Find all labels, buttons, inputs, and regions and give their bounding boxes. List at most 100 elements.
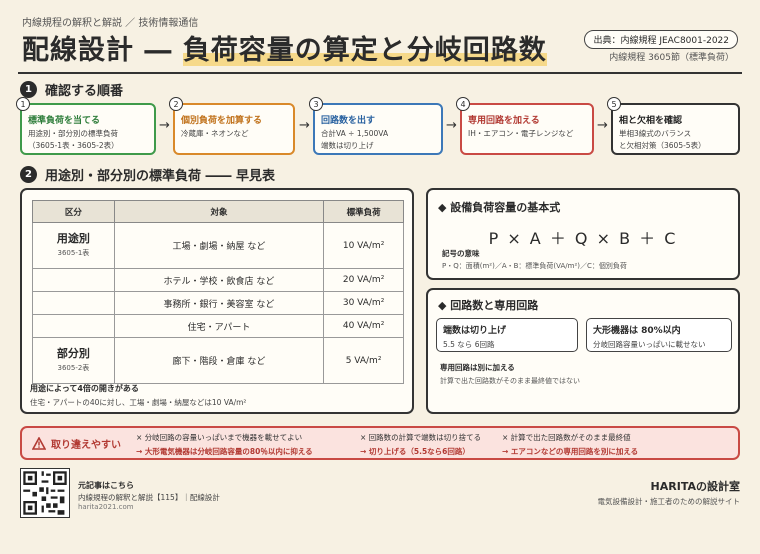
category-name: 部分別 [56, 346, 90, 360]
qr-title: 元記事はこちら [78, 481, 134, 490]
step-desc: （3605-1表・3605-2表） [28, 141, 119, 150]
step-desc: 冷蔵庫・ネオンなど [181, 129, 249, 138]
category-cell [32, 268, 115, 292]
dedicated-title: 専用回路は別に加える [440, 363, 515, 372]
table-row: 部分別 3605-2表 廊下・階段・倉庫 など 5 VA/m² [32, 337, 404, 384]
section2-heading: 2 用途別・部分別の標準負荷 ―― 早見表 [20, 165, 275, 184]
header-divider [18, 72, 742, 74]
step-5: 5 相と欠相を確認 単相3線式のバランス と欠相対策（3605-5表） [607, 97, 740, 155]
correct-text: → 大形電気機器は分岐回路容量の80％以内に抑える [136, 447, 313, 456]
mistake-text: × 分岐回路の容量いっぱいまで機器を載せてよい [136, 433, 303, 442]
step-desc: と欠相対策（3605-5表） [619, 141, 706, 150]
warning-item: × 回路数の計算で端数は切り捨てる → 切り上げる（5.5なら6回路） [360, 432, 481, 457]
table-row: 住宅・アパート 40 VA/m² [32, 314, 404, 338]
brand-name: HARITAの設計室 [650, 480, 740, 493]
step-1: 1 標準負荷を当てる 用途別・部分別の標準負荷 （3605-1表・3605-2表… [16, 97, 156, 155]
step-desc: 用途別・部分別の標準負荷 [28, 129, 118, 138]
standard-load-table: 区分 対象 標準負荷 用途別 3605-1表 工場・劇場・納屋 など 10 VA… [32, 200, 404, 384]
large-appliance-box: 大形機器は 80%以内 分岐回路容量いっぱいに載せない [586, 318, 732, 352]
formula-text: P × A ＋ Q × B ＋ C [488, 229, 678, 248]
step-title: 個別負荷を加算する [181, 116, 263, 126]
brand-sub: 電気設備設計・施工者のための解説サイト [597, 497, 741, 506]
warning-label: 取り違えやすい [32, 436, 121, 451]
load-cell: 5 VA/m² [323, 337, 404, 384]
large-appliance-title: 大形機器は 80%以内 [593, 326, 681, 336]
category-cell: 用途別 3605-1表 [32, 222, 115, 269]
mistake-text: × 回路数の計算で端数は切り捨てる [360, 433, 482, 442]
table-row: 用途別 3605-1表 工場・劇場・納屋 など 10 VA/m² [32, 222, 404, 269]
correct-text: → 切り上げる（5.5なら6回路） [360, 447, 470, 456]
diamond-icon: ◆ [438, 201, 451, 214]
dedicated-desc: 計算で出た回路数がそのまま最終値ではない [440, 377, 580, 385]
header-kicker: 内線規程の解釈と解説 ／ 技術情報通信 [22, 18, 199, 29]
step-title: 回路数を出す [321, 116, 376, 126]
qr-desc[interactable]: 内線規程の解釈と解説【115】｜配線設計 [78, 492, 220, 503]
step-badge: 3 [309, 97, 323, 111]
step-title: 相と欠相を確認 [619, 116, 683, 126]
step-title: 標準負荷を当てる [28, 116, 101, 126]
table-note-title: 用途によって4倍の開きがある [30, 384, 139, 393]
formula-panel: ◆ 設備負荷容量の基本式 P × A ＋ Q × B ＋ C 記号の意味 P・Q… [426, 188, 740, 280]
load-cell: 40 VA/m² [323, 314, 404, 338]
page-title: 配線設計 ― 負荷容量の算定と分岐回路数 [22, 28, 547, 67]
table-row: 事務所・銀行・美容室 など 30 VA/m² [32, 291, 404, 315]
step-desc: 端数は切り上げ [321, 141, 374, 150]
circuit-panel-title: ◆ 回路数と専用回路 [438, 299, 539, 312]
target-cell: 廊下・階段・倉庫 など [113, 337, 325, 384]
category-ref: 3605-1表 [57, 248, 90, 257]
load-cell: 20 VA/m² [323, 268, 404, 292]
target-cell: 住宅・アパート [113, 314, 325, 338]
source-badge: 出典：内線規程 JEAC8001-2022 [584, 30, 738, 49]
table-header: 区分 [32, 200, 115, 223]
section2-title: 用途別・部分別の標準負荷 ―― 早見表 [45, 169, 276, 184]
load-cell: 10 VA/m² [323, 222, 404, 269]
target-cell: 工場・劇場・納屋 など [113, 222, 325, 269]
roundup-title: 端数は切り上げ [443, 326, 507, 336]
step-title: 専用回路を加える [468, 116, 540, 126]
arrow-icon: → [446, 118, 457, 133]
table-row: ホテル・学校・飲食店 など 20 VA/m² [32, 268, 404, 292]
qr-code-icon[interactable] [20, 468, 70, 518]
large-appliance-desc: 分岐回路容量いっぱいに載せない [593, 340, 706, 349]
symbol-desc: P・Q：面積(m²)／A・B：標準負荷(VA/m²)／C：個別負荷 [442, 262, 627, 270]
target-cell: 事務所・銀行・美容室 など [113, 291, 325, 315]
source-sub: 内線規程 3605節（標準負荷） [609, 53, 734, 63]
step-3: 3 回路数を出す 合計VA ÷ 1,500VA 端数は切り上げ [309, 97, 443, 155]
title-highlight: 負荷容量の算定と分岐回路数 [182, 35, 547, 66]
step-desc: 合計VA ÷ 1,500VA [321, 129, 389, 138]
warning-item: × 分岐回路の容量いっぱいまで機器を載せてよい → 大形電気機器は分岐回路容量の… [136, 432, 313, 457]
section1-heading: 1 確認する順番 [20, 80, 123, 99]
diamond-icon: ◆ [438, 299, 451, 312]
qr-url[interactable]: harita2021.com [78, 503, 134, 511]
target-cell: ホテル・学校・飲食店 など [113, 268, 325, 292]
step-badge: 1 [16, 97, 30, 111]
roundup-desc: 5.5 なら 6回路 [443, 340, 495, 349]
title-prefix: 配線設計 ― [22, 35, 173, 66]
step-2: 2 個別負荷を加算する 冷蔵庫・ネオンなど [169, 97, 295, 155]
arrow-icon: → [159, 118, 170, 133]
step-badge: 4 [456, 97, 470, 111]
table-note-desc: 住宅・アパートの40に対し、工場・劇場・納屋などは10 VA/m² [30, 398, 247, 407]
circuit-panel: ◆ 回路数と専用回路 端数は切り上げ 5.5 なら 6回路 大形機器は 80%以… [426, 288, 740, 414]
warning-icon [32, 437, 46, 450]
table-header: 標準負荷 [323, 200, 404, 223]
arrow-icon: → [597, 118, 608, 133]
standard-load-table-panel: 区分 対象 標準負荷 用途別 3605-1表 工場・劇場・納屋 など 10 VA… [20, 188, 414, 414]
step-desc: 単相3線式のバランス [619, 129, 692, 138]
arrow-icon: → [299, 118, 310, 133]
category-ref: 3605-2表 [57, 363, 90, 372]
category-name: 用途別 [56, 231, 90, 245]
load-cell: 30 VA/m² [323, 291, 404, 315]
step-desc: IH・エアコン・電子レンジなど [468, 129, 574, 138]
symbol-title: 記号の意味 [442, 249, 480, 258]
step-4: 4 専用回路を加える IH・エアコン・電子レンジなど [456, 97, 594, 155]
formula-panel-title: ◆ 設備負荷容量の基本式 [438, 201, 561, 214]
warning-item: × 計算で出た回路数がそのまま最終値 → エアコンなどの専用回路を別に加える [502, 432, 638, 457]
section1-title: 確認する順番 [45, 84, 124, 99]
category-cell: 部分別 3605-2表 [32, 337, 115, 384]
section2-number: 2 [20, 166, 37, 183]
correct-text: → エアコンなどの専用回路を別に加える [502, 447, 639, 456]
step-badge: 2 [169, 97, 183, 111]
section1-number: 1 [20, 81, 37, 98]
table-header: 対象 [113, 200, 325, 223]
